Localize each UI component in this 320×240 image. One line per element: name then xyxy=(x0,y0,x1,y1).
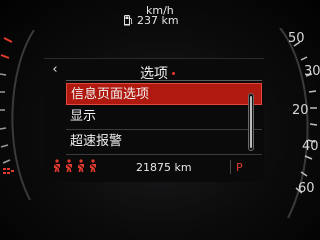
range-readout: 237 km xyxy=(124,14,179,27)
seatbelt-warning-icon xyxy=(89,159,97,172)
header-divider xyxy=(66,80,262,81)
menu-item-label: 信息页面选项 xyxy=(71,87,150,102)
menu-divider xyxy=(66,129,262,130)
status-bar: 21875 km P xyxy=(0,158,320,178)
menu-item-label: 显示 xyxy=(70,109,97,124)
menu-header: ‹ 选项 xyxy=(44,59,264,82)
right-gauge-labels: 50 30 20 40 60 xyxy=(288,31,320,196)
menu-item-speed-warning[interactable]: 超速报警 xyxy=(66,131,262,153)
menu-item-display[interactable]: 显示 xyxy=(66,106,262,128)
right-gauge-tick-label: 50 xyxy=(288,31,305,46)
seatbelt-warning-icon xyxy=(77,159,85,172)
seatbelt-warning-icon xyxy=(65,159,73,172)
right-gauge-tick-label: 30 xyxy=(304,64,320,79)
menu-item-info-page-options[interactable]: 信息页面选项 xyxy=(66,83,262,105)
seatbelt-warning-group xyxy=(52,159,98,173)
title-indicator-dot xyxy=(172,72,175,75)
gear-indicator: P xyxy=(236,161,243,174)
right-gauge-tick-label: 40 xyxy=(302,139,319,154)
fuel-pump-icon xyxy=(124,15,133,26)
menu-divider xyxy=(66,154,262,155)
instrument-cluster: 50 30 20 40 60 km/h 237 km ‹ 选项 信息页面选项 显… xyxy=(0,0,320,240)
right-gauge-tick-label: 60 xyxy=(298,181,315,196)
options-menu-list: 信息页面选项 显示 超速报警 xyxy=(66,83,262,156)
right-gauge-tick-label: 20 xyxy=(292,103,309,118)
scrollbar-thumb[interactable] xyxy=(250,96,252,148)
menu-scrollbar[interactable] xyxy=(248,93,254,151)
odometer-readout: 21875 km xyxy=(136,161,192,174)
seatbelt-warning-icon xyxy=(53,159,61,172)
range-value: 237 km xyxy=(137,14,179,27)
menu-item-label: 超速报警 xyxy=(70,134,123,149)
status-divider xyxy=(230,160,231,174)
